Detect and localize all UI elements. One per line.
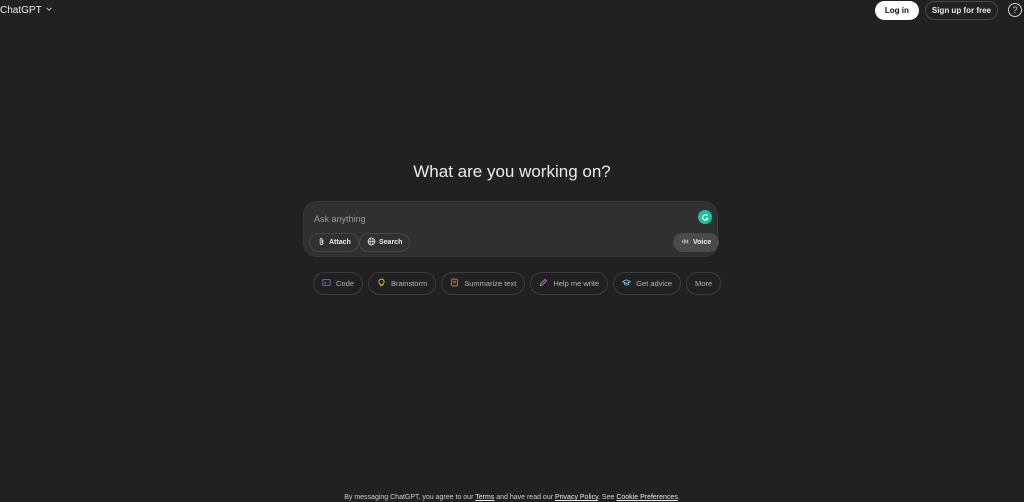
voice-label: Voice: [693, 239, 712, 246]
globe-icon: [367, 237, 376, 248]
suggestion-chips: Code Brainstorm Summarize text Help me w…: [313, 272, 722, 296]
footer-middle: and have read our: [494, 494, 555, 501]
chatgpt-home: ChatGPT Log in Sign up for free ? What a…: [0, 0, 1024, 502]
document-icon: [450, 278, 459, 289]
suggestion-label: Get advice: [636, 279, 673, 288]
suggestion-get-advice[interactable]: Get advice: [613, 272, 682, 295]
suggestion-summarize-text[interactable]: Summarize text: [441, 272, 526, 295]
signup-button[interactable]: Sign up for free: [924, 0, 998, 20]
attach-label: Attach: [329, 239, 351, 246]
suggestion-label: Brainstorm: [390, 279, 428, 288]
lightbulb-icon: [377, 278, 386, 289]
prompt-input[interactable]: [314, 212, 674, 226]
privacy-policy-link[interactable]: Privacy Policy: [555, 494, 598, 501]
suggestion-more[interactable]: More: [686, 272, 722, 295]
footer-sep: . See: [598, 494, 617, 501]
attach-button[interactable]: Attach: [309, 233, 359, 252]
suggestion-label: Summarize text: [464, 279, 517, 288]
paperclip-icon: [317, 237, 326, 248]
page-title: What are you working on?: [413, 162, 611, 181]
suggestion-code[interactable]: Code: [313, 272, 363, 295]
grammarly-icon[interactable]: [698, 210, 712, 224]
composer: Attach Search Voice: [303, 201, 720, 257]
footer-prefix: By messaging ChatGPT, you agree to our: [344, 494, 476, 501]
header-actions: Log in Sign up for free ?: [874, 0, 1022, 20]
terms-link[interactable]: Terms: [475, 494, 494, 501]
suggestion-label: Code: [336, 279, 354, 288]
suggestion-brainstorm[interactable]: Brainstorm: [367, 272, 437, 295]
search-button[interactable]: Search: [359, 233, 411, 252]
suggestion-label: More: [695, 279, 713, 288]
chevron-down-icon: [45, 5, 53, 16]
legal-footer: By messaging ChatGPT, you agree to our T…: [0, 494, 1024, 501]
model-name: ChatGPT: [0, 4, 42, 16]
waveform-icon: [681, 237, 690, 248]
suggestion-label: Help me write: [553, 279, 600, 288]
login-button[interactable]: Log in: [874, 0, 919, 20]
search-label: Search: [379, 239, 403, 246]
suggestion-help-me-write[interactable]: Help me write: [530, 272, 609, 295]
pen-icon: [539, 278, 548, 289]
help-icon[interactable]: ?: [1008, 3, 1022, 17]
model-switcher[interactable]: ChatGPT: [0, 3, 53, 17]
footer-suffix: .: [677, 494, 680, 501]
cookie-preferences-link[interactable]: Cookie Preferences: [616, 494, 677, 501]
graduation-cap-icon: [621, 278, 632, 289]
voice-button[interactable]: Voice: [673, 233, 720, 252]
code-icon: [322, 278, 331, 289]
